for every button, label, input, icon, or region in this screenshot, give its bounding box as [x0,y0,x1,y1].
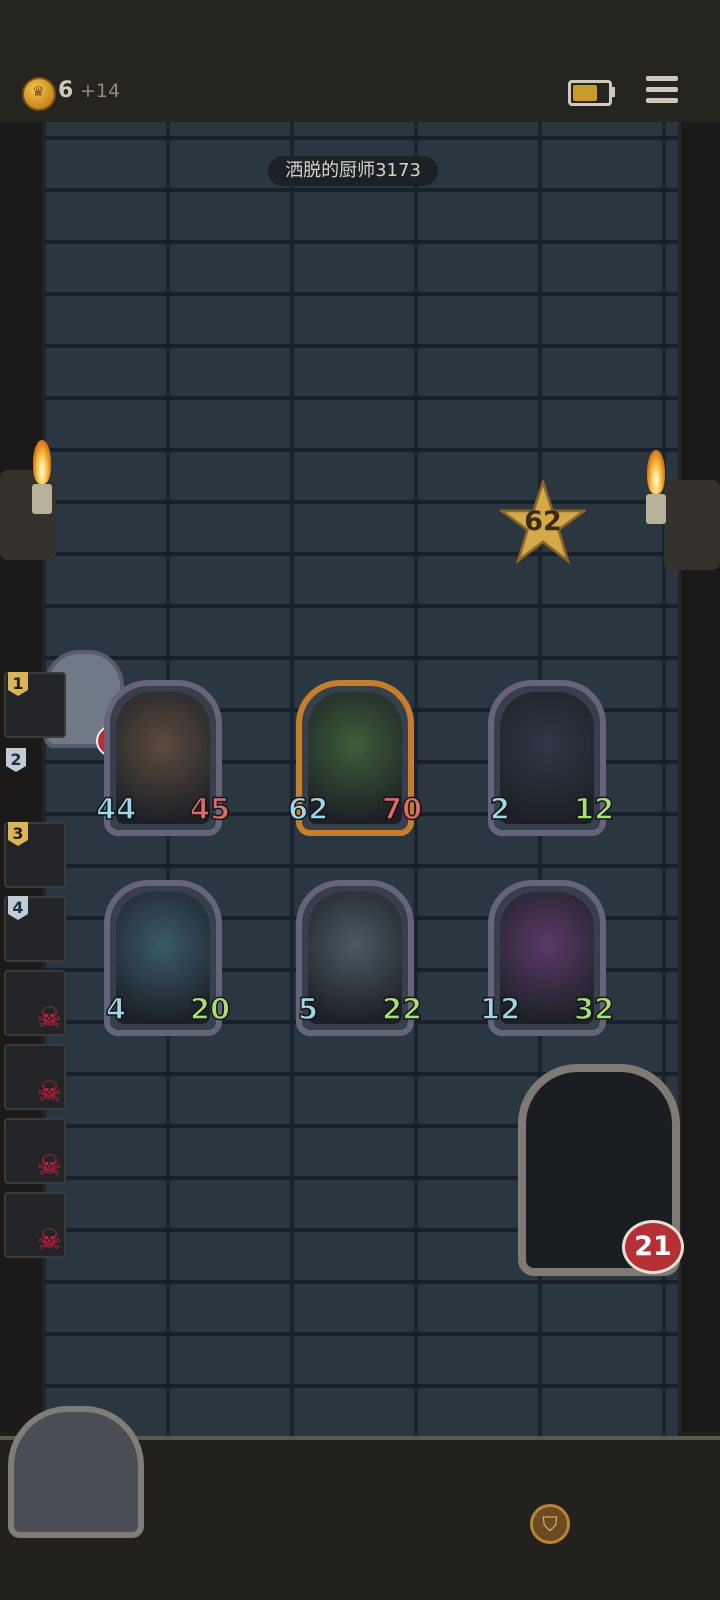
shield-icon[interactable]: ⛉ [530,1504,570,1544]
minion-attack: 62 [287,791,329,827]
ranking-item[interactable]: ☠ [4,1118,66,1184]
menu-icon[interactable] [646,74,678,106]
skull-icon: ☠ [36,1001,62,1034]
gold-income: +14 [80,80,121,102]
ranking-item[interactable]: 2 [4,748,66,780]
left-torch-icon [30,440,54,514]
ranking-item[interactable]: ☠ [4,1044,66,1110]
opponent-name: 洒脱的厨师3173 [268,156,438,186]
minion-attack: 44 [95,791,137,827]
minion-card[interactable]: 2 12 [488,680,615,836]
ranking-item[interactable]: ☠ [4,1192,66,1258]
minion-attack: 4 [105,991,127,1027]
battery-icon [568,80,612,106]
battery-level [573,85,597,101]
ranking-item[interactable]: 4 [4,896,66,962]
minion-health: 22 [381,991,423,1027]
score-star-value: 62 [524,506,562,537]
minion-card[interactable]: 62 70 [287,680,423,836]
right-pillar [678,122,720,1432]
ranking-item[interactable]: ☠ [4,970,66,1036]
minion-attack: 5 [297,991,319,1027]
player-hero[interactable]: 21 [518,1064,684,1276]
minion-health: 12 [573,791,615,827]
minion-health: 32 [573,991,615,1027]
top-bar [0,0,720,122]
right-sconce [664,480,720,570]
gold-coin-icon: ♛ [22,77,56,111]
battery-tip [610,87,615,97]
ranking-item[interactable]: 3 [4,822,66,888]
minion-card[interactable]: 4 20 [104,880,231,1036]
skull-icon: ☠ [36,1075,62,1108]
ranking-position: 1 [8,672,28,696]
skull-icon: ☠ [36,1223,62,1256]
gold-count: 6 [58,78,74,103]
minion-health: 20 [189,991,231,1027]
ranking-item[interactable]: 1 [4,672,66,738]
shop-tavern-button[interactable] [8,1406,144,1538]
skull-icon: ☠ [36,1149,62,1182]
player-hero-health: 21 [622,1220,684,1274]
ranking-position: 3 [8,822,28,846]
minion-attack: 2 [489,791,511,827]
crown-icon: ♛ [32,84,45,100]
minion-card[interactable]: 5 22 [296,880,423,1036]
score-star: 62 [497,477,589,566]
minion-health: 70 [381,791,423,827]
minion-card[interactable]: 12 32 [479,880,615,1036]
minion-health: 45 [189,791,231,827]
minion-card[interactable]: 44 45 [95,680,231,836]
ranking-position: 4 [8,896,28,920]
ranking-position: 2 [6,748,26,772]
minion-attack: 12 [479,991,521,1027]
right-torch-icon [644,450,668,524]
